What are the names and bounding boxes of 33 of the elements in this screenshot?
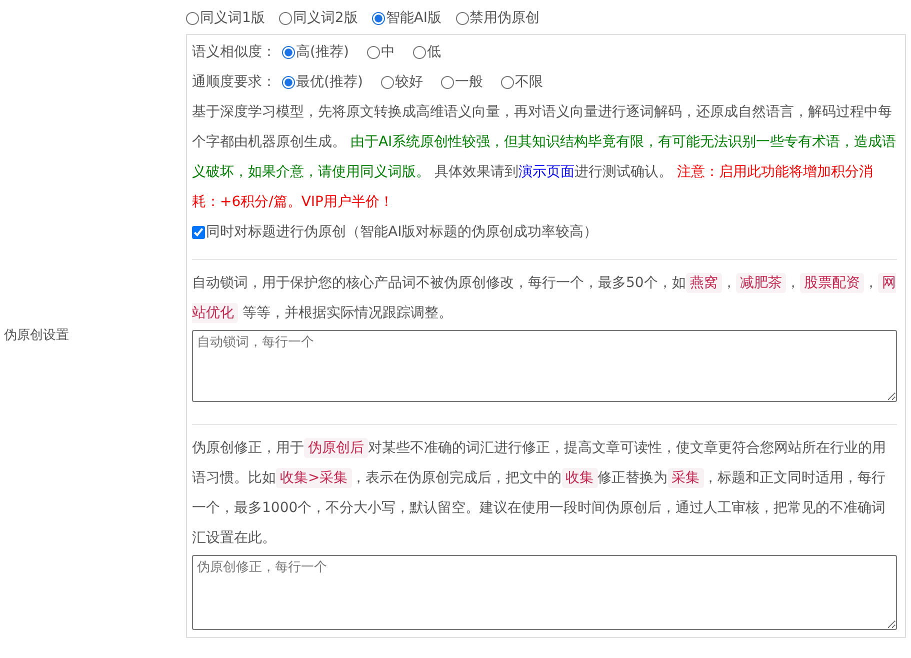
radio-button[interactable] <box>440 76 454 88</box>
radio-label: 智能AI版 <box>386 9 442 28</box>
radio-button[interactable] <box>372 12 385 24</box>
radio-label: 不限 <box>514 73 543 92</box>
field-label: 通顺度要求： <box>192 73 276 92</box>
radio-button[interactable] <box>456 12 469 24</box>
radio-label: 中 <box>380 43 395 62</box>
corrections-description: 伪原创修正，用于 伪原创后 对某些不准确的词汇进行修正，提高文章可读性，使文章更符合您网站所在行业的用语习惯。比如 收集>采集 ，表示在伪原创完成后，把文中的 收集 修正替换为 采集 ，标题和正文同时适用，每行一个，最多1000个，不分大小写，默认留空。建议在使用一段时间伪原创后，通过人工审核，把常见的不准确词汇设置在此。 <box>192 437 887 548</box>
radio-button[interactable] <box>278 12 292 24</box>
section-label: 伪原创设置 <box>3 328 69 344</box>
radio-label: 一般 <box>454 73 483 92</box>
radio-label: 同义词1版 <box>200 9 265 28</box>
field-label: 语义相似度： <box>192 43 276 62</box>
radio-label: 较好 <box>394 73 423 92</box>
radio-button[interactable] <box>412 46 426 58</box>
demo-page-link[interactable]: 演示页面 <box>518 164 574 180</box>
ai-description: 基于深度学习模型，先将原文转换成高维语义向量，再对语义向量进行逐词解码，还原成自然语言，解码过程中每个字都由机器原创生成。 由于AI系统原创性较强，但其知识结构毕竟有限，有可能无法识别一些专有术语，造成语义破坏，如果介意，请使用同义词版。 具体效果请到演示页面进行测试确认。 注意：启用此功能将增加积分消耗：+6积分/篇。VIP用户半价！ <box>192 103 897 212</box>
checkbox-label: 同时对标题进行伪原创（智能AI版对标题的伪原创成功率较高） <box>206 223 598 242</box>
radio-label: 最优(推荐) <box>296 73 363 92</box>
radio-button[interactable] <box>366 46 380 58</box>
checkbox[interactable] <box>192 226 205 238</box>
radio-button[interactable] <box>282 46 295 58</box>
radio-button[interactable] <box>380 76 394 88</box>
radio-button[interactable] <box>500 76 514 88</box>
radio-label: 同义词2版 <box>292 9 358 28</box>
corrections-field[interactable]: 伪原创修正，每行一个 <box>192 555 897 630</box>
radio-button[interactable] <box>186 12 199 24</box>
radio-button[interactable] <box>282 76 295 88</box>
radio-label: 低 <box>426 43 441 62</box>
lock-words-field[interactable]: 自动锁词，每行一个 <box>192 330 897 402</box>
radio-label: 禁用伪原创 <box>470 9 540 28</box>
lock-words-description: 自动锁词，用于保护您的核心产品词不被伪原创修改，每行一个，最多50个，如 燕窝 ， 减肥茶 ， 股票配资 ， 网站优化 等等，并根据实际情况跟踪调整。 <box>192 272 897 325</box>
radio-label: 高(推荐) <box>296 43 349 62</box>
